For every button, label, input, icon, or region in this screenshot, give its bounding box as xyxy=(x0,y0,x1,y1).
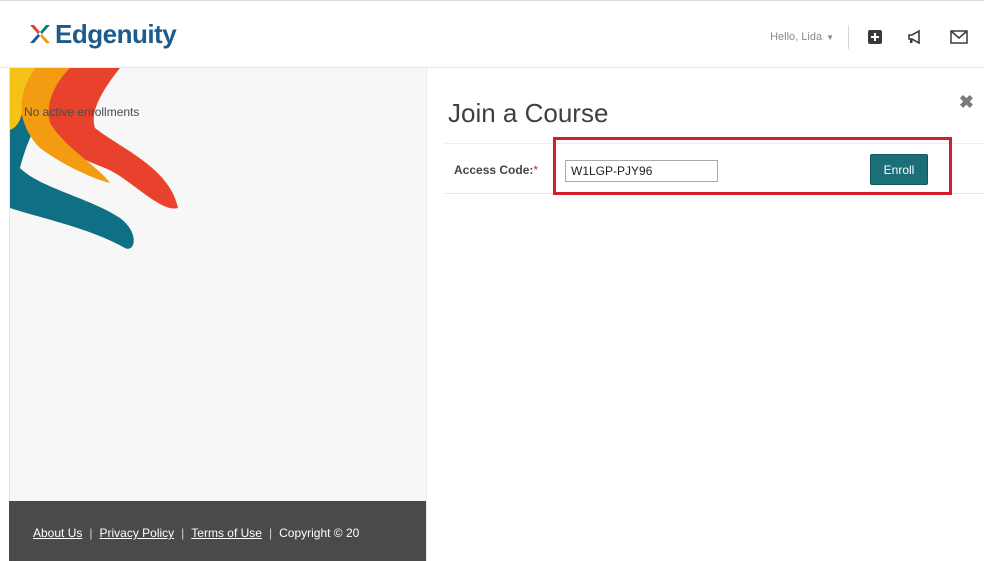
footer-separator: | xyxy=(268,526,273,540)
close-icon[interactable]: ✖ xyxy=(959,92,974,113)
access-code-input[interactable] xyxy=(565,160,718,182)
plus-square-icon[interactable] xyxy=(866,28,884,46)
no-enrollments-message: No active enrollments xyxy=(24,105,140,119)
decorative-swoosh xyxy=(10,68,178,249)
footer: About Us | Privacy Policy | Terms of Use | Cop… xyxy=(9,501,426,561)
caret-down-icon: ▼ xyxy=(826,32,834,42)
envelope-icon[interactable] xyxy=(950,28,968,46)
copyright-text: Copyright © 20 xyxy=(279,526,360,540)
megaphone-icon[interactable] xyxy=(907,28,925,46)
app-window: Edgenuity Hello, Lida ▼ No active enroll… xyxy=(0,0,984,561)
enroll-button[interactable]: Enroll xyxy=(870,154,928,185)
edgenuity-logo[interactable]: Edgenuity xyxy=(27,19,177,49)
header-divider xyxy=(848,25,849,49)
join-course-panel: Join a Course ✖ Access Code:* Enroll xyxy=(426,68,984,561)
footer-separator: | xyxy=(89,526,93,540)
logo-text: Edgenuity xyxy=(55,19,177,49)
top-header: Edgenuity Hello, Lida ▼ xyxy=(0,0,984,68)
access-code-row: Access Code:* Enroll xyxy=(445,143,984,194)
user-greeting: Hello, Lida xyxy=(770,31,823,43)
modal-title: Join a Course xyxy=(448,98,609,128)
required-marker: * xyxy=(533,163,539,177)
about-us-link[interactable]: About Us xyxy=(33,526,82,540)
privacy-policy-link[interactable]: Privacy Policy xyxy=(99,526,174,540)
enrollments-panel: No active enrollments xyxy=(9,68,426,501)
footer-links: About Us | Privacy Policy | Terms of Use | Cop… xyxy=(33,526,359,540)
terms-of-use-link[interactable]: Terms of Use xyxy=(191,526,262,540)
user-menu[interactable]: Hello, Lida ▼ xyxy=(770,31,834,43)
logo-x-icon xyxy=(27,21,53,47)
access-code-label: Access Code:* xyxy=(454,163,539,177)
footer-separator: | xyxy=(181,526,185,540)
